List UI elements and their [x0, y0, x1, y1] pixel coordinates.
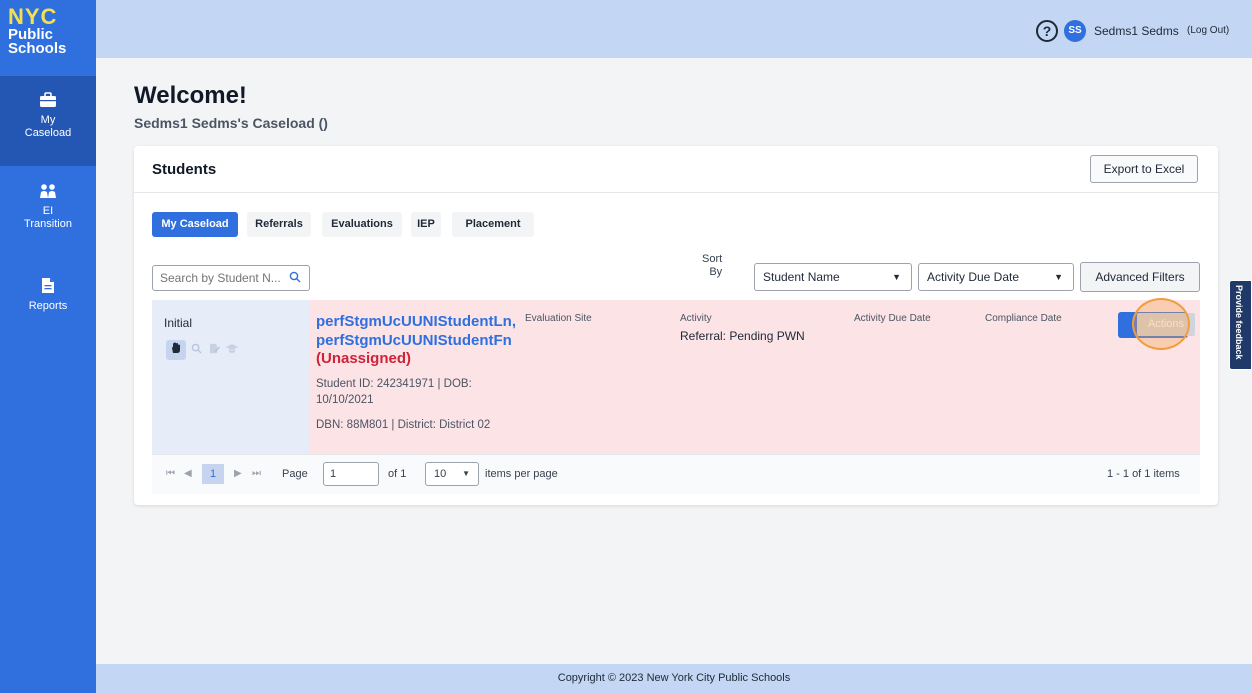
hand-icon[interactable]: [166, 340, 186, 360]
of-label: of 1: [388, 468, 407, 480]
sidebar-item-label: Reports: [28, 300, 68, 312]
people-icon: [40, 184, 56, 198]
col-activity: Activity: [680, 313, 712, 324]
chevron-down-icon: ▼: [892, 272, 901, 282]
pagination-summary: 1 - 1 of 1 items: [1107, 468, 1180, 480]
export-to-excel-button[interactable]: Export to Excel: [1090, 155, 1198, 183]
row-status-cell: Initial: [152, 300, 310, 454]
pagination: ⏮ ◀ 1 ▶ ⏭ Page 1 of 1 10 ▼ items per pag…: [152, 454, 1200, 494]
card-title: Students: [152, 161, 217, 178]
page-size-select[interactable]: 10 ▼: [425, 462, 479, 486]
activity-value: Referral: Pending PWN: [680, 329, 805, 343]
user-name: Sedms1 Sedms: [1094, 24, 1179, 38]
sort-by-label: Sort By: [702, 253, 723, 278]
items-per-page-label: items per page: [485, 468, 558, 480]
sidebar-item-ei-transition[interactable]: EI Transition: [0, 183, 96, 243]
page-input[interactable]: 1: [323, 462, 379, 486]
document-icon: [42, 278, 54, 293]
logo-nyc-text: NYC: [8, 4, 58, 29]
student-id-dob: Student ID: 242341971 | DOB: 10/10/2021: [316, 378, 472, 406]
students-card: Students Export to Excel My Caseload Ref…: [134, 146, 1218, 505]
col-evaluation-site: Evaluation Site: [525, 313, 592, 324]
last-page-icon[interactable]: ⏭: [252, 468, 261, 479]
sidebar-item-my-caseload[interactable]: My Caseload: [0, 76, 96, 166]
chevron-down-icon: ▼: [462, 469, 470, 478]
feedback-label: Provide feedback: [1234, 285, 1244, 360]
col-activity-due-date: Activity Due Date: [854, 313, 931, 324]
activity-due-date-select[interactable]: Activity Due Date ▼: [918, 263, 1074, 291]
chevron-down-icon: ▼: [1054, 272, 1063, 282]
logo-public-schools-text: Public Schools: [8, 26, 67, 57]
student-name-link[interactable]: perfStgmUcUUNIStudentLn, perfStgmUcUUNIS…: [316, 312, 516, 350]
magnifier-icon[interactable]: [186, 340, 206, 360]
logout-link[interactable]: (Log Out): [1187, 25, 1229, 36]
sort-by-value: Student Name: [763, 270, 840, 284]
sidebar-item-reports[interactable]: Reports: [0, 277, 96, 327]
page-title: Welcome!: [134, 82, 247, 109]
sidebar: NYC Public Schools My Caseload EI Transi…: [0, 0, 96, 693]
search-icon[interactable]: [289, 271, 301, 283]
sidebar-item-label: EI Transition: [24, 205, 72, 230]
provide-feedback-tab[interactable]: Provide feedback: [1229, 280, 1252, 370]
tab-iep[interactable]: IEP: [411, 212, 441, 237]
avatar[interactable]: SS: [1064, 20, 1086, 42]
dbn-district: DBN: 88M801 | District: District 02: [316, 419, 491, 431]
tab-referrals[interactable]: Referrals: [247, 212, 311, 237]
page-number-button[interactable]: 1: [202, 464, 224, 484]
sort-by-select[interactable]: Student Name ▼: [754, 263, 912, 291]
help-icon[interactable]: ?: [1036, 20, 1058, 42]
edit-document-icon[interactable]: [204, 340, 224, 360]
sidebar-item-label: My Caseload: [24, 114, 72, 139]
graduation-cap-icon[interactable]: [222, 340, 242, 360]
next-page-icon[interactable]: ▶: [234, 468, 242, 479]
activity-due-date-value: Activity Due Date: [927, 270, 1020, 284]
nyc-public-schools-logo[interactable]: NYC Public Schools: [0, 0, 96, 76]
prev-page-icon[interactable]: ◀: [184, 468, 192, 479]
search-input[interactable]: [160, 271, 285, 285]
click-highlight: [1132, 298, 1190, 350]
status-label: Initial: [164, 316, 193, 330]
caseload-subtitle: Sedms1 Sedms's Caseload (): [134, 115, 328, 131]
page-size-value: 10: [434, 468, 447, 480]
advanced-filters-button[interactable]: Advanced Filters: [1080, 262, 1200, 292]
first-page-icon[interactable]: ⏮: [166, 468, 175, 479]
briefcase-icon: [40, 92, 56, 107]
assignment-status: (Unassigned): [316, 350, 412, 367]
tab-my-caseload[interactable]: My Caseload: [152, 212, 238, 237]
divider: [134, 192, 1218, 193]
col-compliance-date: Compliance Date: [985, 313, 1062, 324]
page-label: Page: [282, 468, 308, 480]
tab-evaluations[interactable]: Evaluations: [322, 212, 402, 237]
tab-placement[interactable]: Placement: [452, 212, 534, 237]
table-row: Initial perfStgmUcUUNIStudentLn, perfStg…: [152, 298, 1200, 454]
footer: Copyright © 2023 New York City Public Sc…: [96, 664, 1252, 693]
search-box: [152, 265, 310, 291]
